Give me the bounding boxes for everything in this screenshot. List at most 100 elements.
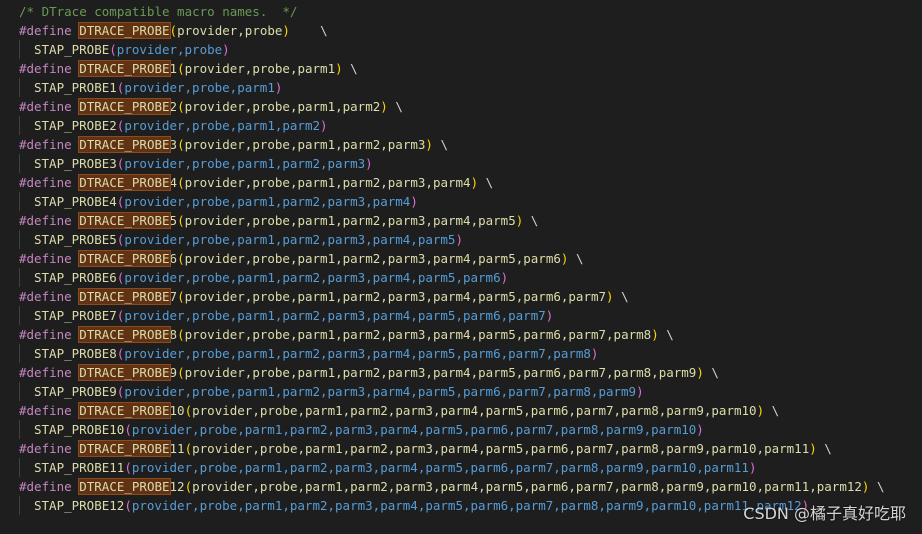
call-text: STAP_PROBE7(provider,probe,parm1,parm2,p… (34, 306, 553, 325)
define-text: #define DTRACE_PROBE4(provider,probe,par… (19, 173, 493, 192)
indent-guide (19, 230, 20, 249)
indent-guide (19, 458, 20, 477)
line-continuation: \ (771, 403, 780, 418)
call-text: STAP_PROBE3(provider,probe,parm1,parm2,p… (34, 154, 373, 173)
define-keyword: #define (19, 289, 72, 304)
close-paren: ) (365, 156, 373, 171)
comment-text: /* DTrace compatible macro names. */ (19, 4, 298, 19)
define-text: #define DTRACE_PROBE9(provider,probe,par… (19, 363, 719, 382)
stap-probe-args: provider,probe,parm1,parm2,parm3,parm4,p… (124, 232, 456, 247)
line-continuation: \ (350, 61, 358, 76)
define-keyword: #define (19, 365, 72, 380)
macro-highlight: DTRACE_PROBE (78, 364, 171, 381)
open-paren: ( (177, 289, 185, 304)
indent-guide (19, 78, 20, 97)
stap-probe-args: provider,probe,parm1,parm2,parm3,parm4,p… (131, 498, 802, 513)
close-paren: ) (335, 61, 343, 76)
define-text: #define DTRACE_PROBE11(provider,probe,pa… (19, 439, 832, 458)
define-text: #define DTRACE_PROBE12(provider,probe,pa… (19, 477, 885, 496)
stap-probe-args: provider,probe,parm1,parm2,parm3 (124, 156, 366, 171)
indent-guide (19, 192, 20, 211)
open-paren: ( (177, 213, 185, 228)
code-editor[interactable]: /* DTrace compatible macro names. */ #de… (0, 2, 922, 534)
close-paren: ) (282, 23, 290, 38)
macro-number: 3 (169, 137, 178, 152)
macro-highlight: DTRACE_PROBE (78, 326, 171, 343)
define-text: #define DTRACE_PROBE10(provider,probe,pa… (19, 401, 779, 420)
macro-number: 11 (169, 441, 185, 456)
indent-guide (19, 306, 20, 325)
macro-highlight: DTRACE_PROBE (78, 22, 171, 39)
call-text: STAP_PROBE1(provider,probe,parm1) (34, 78, 282, 97)
line-continuation: \ (440, 137, 449, 152)
close-paren: ) (636, 384, 644, 399)
macro-highlight: DTRACE_PROBE (78, 136, 171, 153)
define-text: #define DTRACE_PROBE(provider,probe) \ (19, 21, 328, 40)
define-keyword: #define (19, 137, 72, 152)
stap-probe-name: STAP_PROBE11 (34, 460, 125, 475)
close-paren: ) (470, 175, 479, 190)
open-paren: ( (177, 61, 185, 76)
macro-highlight: DTRACE_PROBE (78, 98, 171, 115)
stap-probe-name: STAP_PROBE12 (34, 498, 125, 513)
define-keyword: #define (19, 403, 72, 418)
macro-number: 9 (169, 365, 178, 380)
call-text: STAP_PROBE2(provider,probe,parm1,parm2) (34, 116, 328, 135)
open-paren: ( (177, 365, 185, 380)
macro-number: 4 (169, 175, 178, 190)
stap-probe-name: STAP_PROBE10 (34, 422, 125, 437)
open-paren: ( (124, 422, 132, 437)
macro-highlight: DTRACE_PROBE (78, 60, 171, 77)
stap-probe-name: STAP_PROBE7 (34, 308, 117, 323)
macro-number: 5 (169, 213, 178, 228)
stap-probe-args: provider,probe,parm1 (124, 80, 275, 95)
call-text: STAP_PROBE12(provider,probe,parm1,parm2,… (34, 496, 809, 515)
macro-highlight: DTRACE_PROBE (78, 174, 171, 191)
macro-number: 1 (169, 61, 178, 76)
call-text: STAP_PROBE11(provider,probe,parm1,parm2,… (34, 458, 756, 477)
close-paren: ) (696, 422, 704, 437)
open-paren: ( (124, 460, 132, 475)
define-text: #define DTRACE_PROBE8(provider,probe,par… (19, 325, 674, 344)
define-keyword: #define (19, 23, 72, 38)
line-continuation: \ (711, 365, 719, 380)
macro-params: provider,probe,parm1,parm2,parm3,parm4,p… (184, 251, 561, 266)
macro-number: 10 (169, 403, 185, 418)
open-paren: ( (184, 441, 193, 456)
call-text: STAP_PROBE8(provider,probe,parm1,parm2,p… (34, 344, 598, 363)
indent-guide (19, 154, 20, 173)
stap-probe-name: STAP_PROBE2 (34, 118, 117, 133)
close-paren: ) (500, 270, 509, 285)
stap-probe-name: STAP_PROBE3 (34, 156, 117, 171)
macro-highlight: DTRACE_PROBE (78, 250, 171, 267)
code-line-comment: /* DTrace compatible macro names. */ (0, 2, 297, 21)
indent-guide (19, 116, 20, 135)
define-keyword: #define (19, 251, 72, 266)
define-keyword: #define (19, 175, 72, 190)
stap-probe-name: STAP_PROBE5 (34, 232, 117, 247)
open-paren: ( (109, 42, 117, 57)
close-paren: ) (320, 118, 328, 133)
open-paren: ( (177, 327, 185, 342)
macro-params: provider,probe,parm1,parm2 (184, 99, 381, 114)
close-paren: ) (696, 365, 704, 380)
indent-guide (19, 268, 20, 287)
stap-probe-name: STAP_PROBE9 (34, 384, 117, 399)
macro-highlight: DTRACE_PROBE (78, 288, 171, 305)
define-text: #define DTRACE_PROBE5(provider,probe,par… (19, 211, 538, 230)
define-text: #define DTRACE_PROBE6(provider,probe,par… (19, 249, 583, 268)
line-continuation: \ (530, 213, 539, 228)
macro-highlight: DTRACE_PROBE (78, 440, 171, 457)
line-continuation: \ (395, 99, 403, 114)
close-paren: ) (590, 346, 599, 361)
close-paren: ) (606, 289, 614, 304)
macro-params: provider,probe,parm1,parm2,parm3,parm4,p… (192, 479, 862, 494)
open-paren: ( (177, 251, 185, 266)
macro-number: 12 (169, 479, 185, 494)
close-paren: ) (809, 441, 817, 456)
